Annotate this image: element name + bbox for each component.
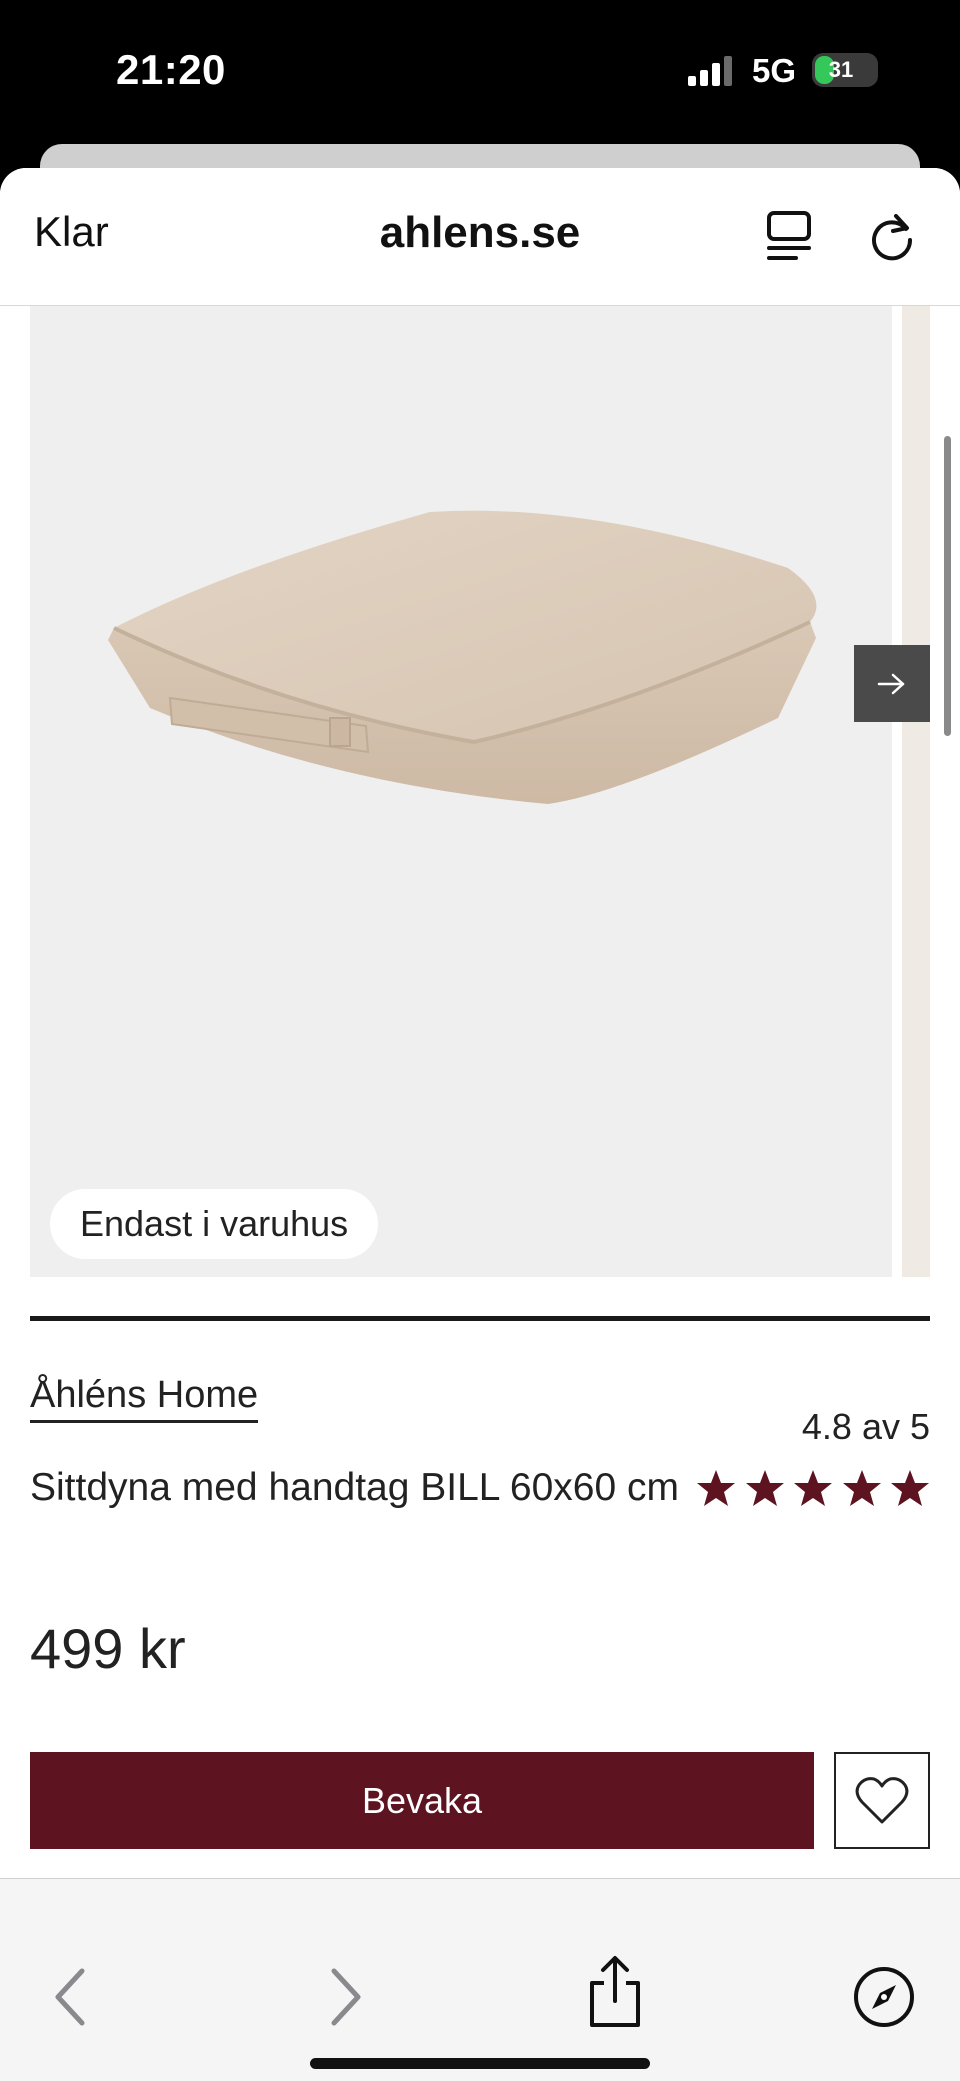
compass-icon[interactable] — [852, 1965, 916, 2029]
battery-label: 31 — [828, 57, 854, 82]
star-icon — [842, 1470, 881, 1506]
status-bar: 21:20 5G 31 — [0, 0, 960, 145]
network-label: 5G — [752, 52, 797, 89]
scroll-indicator[interactable] — [944, 436, 951, 736]
product-title: Sittdyna med handtag BILL 60x60 cm — [30, 1466, 679, 1509]
signal-icon — [688, 56, 732, 86]
store-only-badge: Endast i varuhus — [50, 1189, 379, 1259]
browser-toolbar — [0, 1878, 960, 2081]
home-indicator[interactable] — [310, 2058, 650, 2069]
status-time: 21:20 — [116, 46, 226, 93]
rating-stars — [696, 1468, 930, 1508]
next-image-peek[interactable] — [902, 306, 930, 1277]
reader-mode-icon[interactable] — [766, 210, 814, 262]
star-icon — [697, 1470, 735, 1506]
arrow-right-icon — [877, 673, 905, 694]
favorite-button[interactable] — [834, 1752, 930, 1849]
brand-link[interactable]: Åhléns Home — [30, 1374, 259, 1423]
star-icon — [891, 1470, 929, 1506]
page-domain: ahlens.se — [379, 208, 581, 257]
browser-sheet: Klar ahlens.se Endast i varuhus Åhléns H… — [0, 168, 960, 2081]
rating-text: 4.8 av 5 — [801, 1406, 930, 1447]
product-image-gallery[interactable]: Endast i varuhus — [30, 306, 892, 1277]
next-image-button[interactable] — [854, 645, 930, 722]
battery-icon: 31 — [812, 53, 878, 87]
chevron-right-icon[interactable] — [326, 1965, 366, 2029]
section-divider — [30, 1316, 930, 1321]
product-price: 499 kr — [30, 1617, 186, 1680]
share-icon[interactable] — [586, 1955, 644, 2029]
browser-nav-bar: Klar ahlens.se — [0, 168, 960, 306]
star-icon — [745, 1470, 784, 1506]
heart-icon — [855, 1776, 909, 1823]
star-icon — [794, 1470, 832, 1506]
product-image — [108, 510, 817, 804]
watch-button[interactable]: Bevaka — [30, 1752, 814, 1849]
reload-icon[interactable] — [866, 210, 918, 262]
chevron-left-icon[interactable] — [50, 1965, 90, 2029]
